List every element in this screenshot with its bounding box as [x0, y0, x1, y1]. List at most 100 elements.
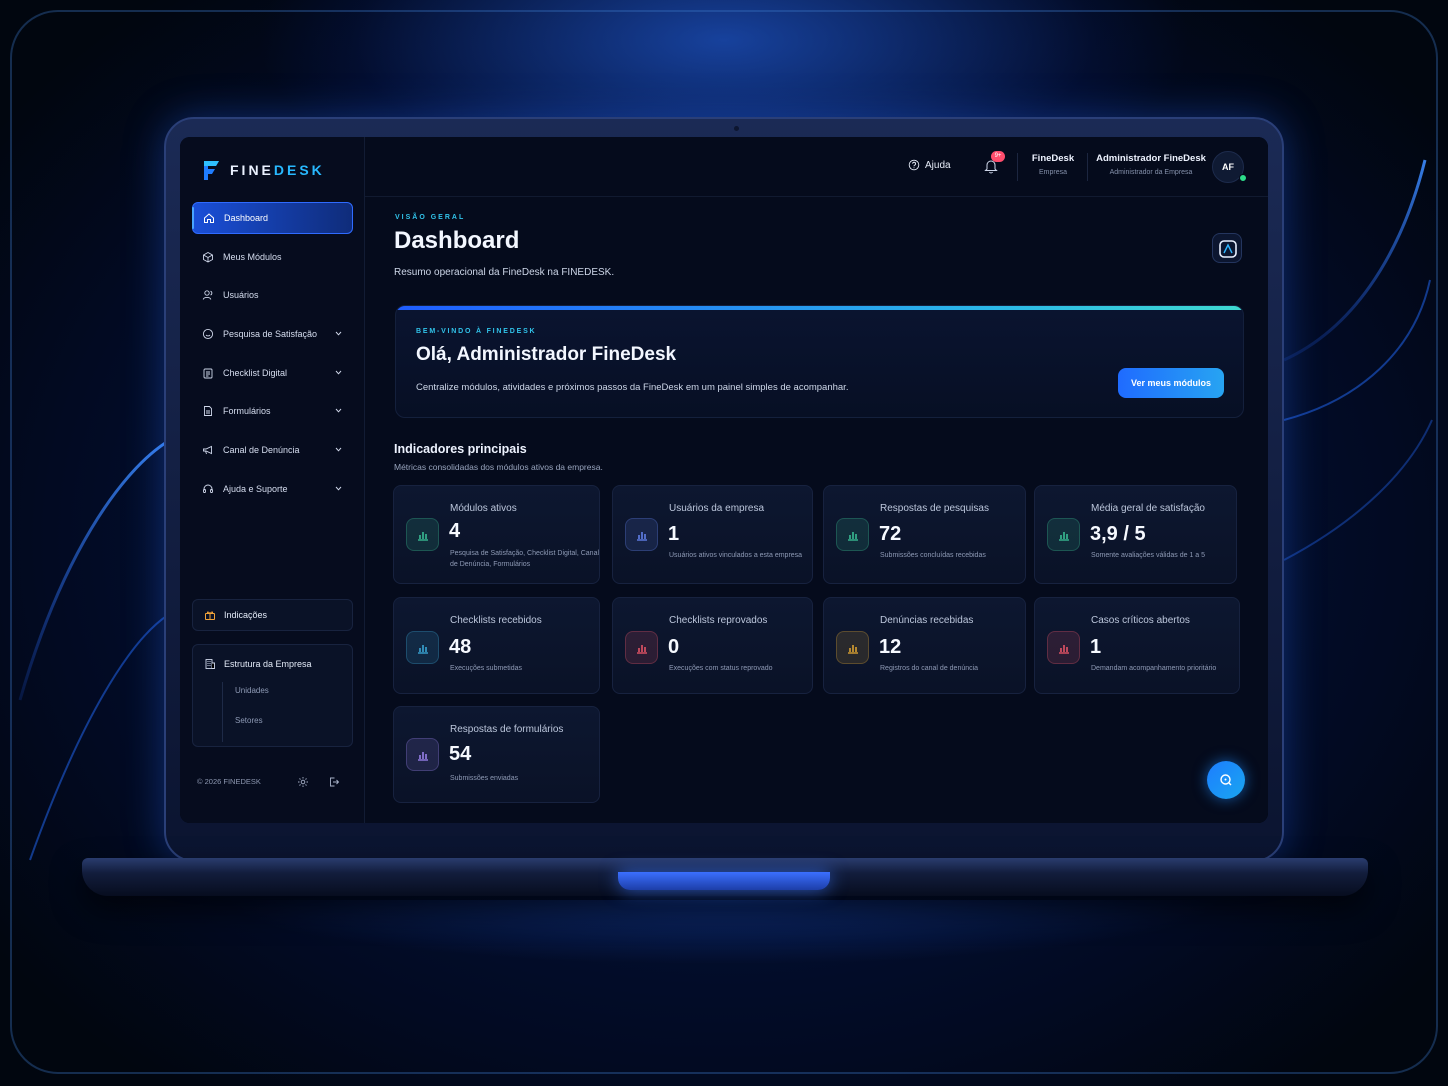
indicator-card[interactable]: Usuários da empresa 1 Usuários ativos vi… [612, 485, 813, 584]
help-label: Ajuda [925, 159, 951, 171]
sidebar-item-canal-denuncia[interactable]: Canal de Denúncia [192, 434, 353, 466]
user-menu[interactable]: Administrador FineDesk Administrador da … [1091, 153, 1211, 176]
indicator-label: Denúncias recebidas [880, 615, 974, 626]
indicator-value: 54 [449, 743, 472, 765]
indicator-value: 0 [668, 636, 680, 658]
indicator-description: Pesquisa de Satisfação, Checklist Digita… [450, 550, 600, 568]
gear-icon[interactable] [297, 776, 309, 788]
question-circle-icon [908, 159, 920, 171]
estrutura-empresa-label: Estrutura da Empresa [224, 659, 312, 669]
dashboard-logo-icon [1219, 240, 1237, 258]
indicator-label: Respostas de formulários [450, 724, 564, 735]
company-role: Empresa [1038, 169, 1067, 176]
indicator-description: Registros do canal de denúncia [880, 665, 979, 672]
page-eyebrow: VISÃO GERAL [395, 214, 466, 221]
indicator-card[interactable]: Respostas de pesquisas 72 Submissões con… [823, 485, 1026, 584]
indicator-card[interactable]: Casos críticos abertos 1 Demandam acompa… [1034, 597, 1240, 694]
laptop-notch [618, 872, 830, 890]
sidebar: FINEDESK Dashboard Meus Módulos Usuários [180, 137, 365, 823]
sidebar-item-checklist-digital[interactable]: Checklist Digital [192, 357, 353, 389]
building-icon [205, 659, 215, 669]
online-status-dot [1239, 174, 1247, 182]
bar-chart-icon [406, 518, 439, 551]
user-name: Administrador FineDesk [1096, 153, 1206, 164]
sidebar-item-meus-modulos[interactable]: Meus Módulos [192, 241, 353, 273]
bar-chart-glyph [417, 751, 428, 761]
indicator-description: Execuções submetidas [450, 665, 522, 672]
indicator-card[interactable]: Checklists recebidos 48 Execuções submet… [393, 597, 600, 694]
estrutura-subitems: Unidades Setores [222, 682, 341, 742]
indicators-subtitle: Métricas consolidadas dos módulos ativos… [394, 462, 603, 472]
indicator-card[interactable]: Denúncias recebidas 12 Registros do cana… [823, 597, 1026, 694]
indicator-label: Média geral de satisfação [1091, 503, 1205, 514]
estrutura-empresa-panel: Estrutura da Empresa Unidades Setores [192, 644, 353, 747]
user-icon [202, 289, 214, 301]
ver-meus-modulos-button[interactable]: Ver meus módulos [1118, 368, 1224, 398]
divider [1017, 153, 1018, 181]
bar-chart-icon [836, 518, 869, 551]
sidebar-item-label: Meus Módulos [223, 251, 282, 262]
app-window: FINEDESK Dashboard Meus Módulos Usuários [180, 137, 1268, 823]
bar-chart-glyph [636, 531, 647, 541]
help-button[interactable]: Ajuda [908, 159, 951, 171]
sidebar-subitem-unidades[interactable]: Unidades [235, 682, 341, 712]
support-chat-button[interactable] [1207, 761, 1245, 799]
divider [1087, 153, 1088, 181]
indicator-value: 1 [1090, 636, 1102, 658]
bar-chart-glyph [417, 644, 428, 654]
sidebar-item-label: Canal de Denúncia [223, 445, 300, 456]
sidebar-item-formularios[interactable]: Formulários [192, 395, 353, 427]
chevron-down-icon[interactable] [334, 329, 343, 338]
bar-chart-glyph [1058, 531, 1069, 541]
indicator-description: Somente avaliações válidas de 1 a 5 [1091, 552, 1206, 559]
sidebar-item-pesquisa-satisfacao[interactable]: Pesquisa de Satisfação [192, 318, 353, 350]
headset-icon [202, 483, 214, 495]
sidebar-item-ajuda-suporte[interactable]: Ajuda e Suporte [192, 473, 353, 505]
indicator-label: Módulos ativos [450, 503, 517, 514]
welcome-eyebrow: BEM-VINDO À FINEDESK [416, 328, 537, 335]
indicator-label: Casos críticos abertos [1091, 615, 1190, 626]
indicator-label: Respostas de pesquisas [880, 503, 989, 514]
sidebar-item-usuarios[interactable]: Usuários [192, 279, 353, 311]
home-icon [203, 212, 215, 224]
bar-chart-icon [406, 631, 439, 664]
bar-chart-icon [406, 738, 439, 771]
company-name: FineDesk [1031, 153, 1075, 164]
indicator-description: Usuários ativos vinculados a esta empres… [669, 552, 803, 559]
indicator-card[interactable]: Média geral de satisfação 3,9 / 5 Soment… [1034, 485, 1237, 584]
sidebar-item-label: Usuários [223, 290, 259, 301]
notification-badge: 9+ [991, 151, 1005, 162]
chevron-down-icon[interactable] [334, 406, 343, 415]
sidebar-item-label: Formulários [223, 406, 271, 417]
sidebar-item-label: Pesquisa de Satisfação [223, 329, 318, 340]
indicator-description: Execuções com status reprovado [669, 665, 773, 672]
clipboard-icon [202, 367, 214, 379]
sidebar-item-dashboard[interactable]: Dashboard [192, 202, 353, 234]
indicacoes-button[interactable]: Indicações [192, 599, 353, 631]
sidebar-subitem-setores[interactable]: Setores [235, 712, 341, 742]
chevron-down-icon[interactable] [334, 484, 343, 493]
welcome-text: Centralize módulos, atividades e próximo… [416, 382, 849, 393]
company-switcher[interactable]: FineDesk Empresa [1025, 153, 1081, 176]
indicator-description: Submissões concluídas recebidas [880, 552, 986, 559]
indicator-value: 3,9 / 5 [1090, 523, 1146, 545]
app-logo-button[interactable] [1212, 233, 1242, 263]
chevron-down-icon[interactable] [334, 368, 343, 377]
sidebar-item-label: Checklist Digital [223, 367, 288, 378]
indicator-description: Demandam acompanhamento prioritário [1091, 665, 1217, 672]
floor-glow [40, 900, 1408, 1080]
logout-icon[interactable] [328, 776, 340, 788]
estrutura-empresa-title[interactable]: Estrutura da Empresa [204, 658, 341, 670]
indicator-card[interactable]: Respostas de formulários 54 Submissões e… [393, 706, 600, 803]
bar-chart-icon [1047, 518, 1080, 551]
indicator-card[interactable]: Módulos ativos 4 Pesquisa de Satisfação,… [393, 485, 600, 584]
brand-logo[interactable]: FINEDESK [202, 159, 325, 181]
indicator-card[interactable]: Checklists reprovados 0 Execuções com st… [612, 597, 813, 694]
indicator-value: 1 [668, 523, 680, 545]
chevron-down-icon[interactable] [334, 445, 343, 454]
sidebar-nav: Dashboard Meus Módulos Usuários Pesquisa… [192, 202, 353, 512]
cube-icon [202, 251, 214, 263]
megaphone-icon [202, 444, 214, 456]
document-icon [202, 405, 214, 417]
sidebar-item-label: Dashboard [224, 213, 269, 223]
